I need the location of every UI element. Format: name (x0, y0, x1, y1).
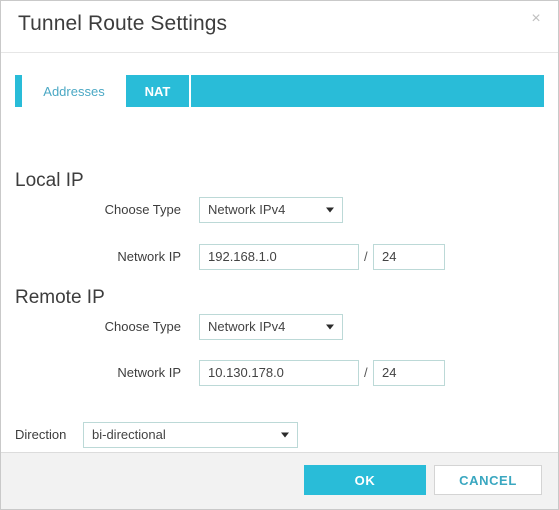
local-cidr-separator: / (364, 249, 368, 264)
local-choose-type-value: Network IPv4 (208, 202, 286, 217)
direction-select[interactable]: bi-directional (83, 422, 298, 448)
direction-label: Direction (15, 427, 67, 442)
dialog-body: Addresses NAT Local IP Choose Type Netwo… (1, 53, 558, 483)
chevron-down-icon (281, 432, 289, 438)
remote-choose-type-row: Choose Type Network IPv4 (1, 314, 558, 340)
tab-addresses[interactable]: Addresses (22, 75, 126, 107)
tab-bar-lead-accent (15, 75, 22, 107)
section-heading-remote-ip: Remote IP (15, 287, 105, 308)
close-icon[interactable]: × (525, 8, 547, 30)
page-title: Tunnel Route Settings (18, 12, 228, 35)
direction-row: Direction bi-directional (1, 422, 558, 448)
remote-choose-type-label: Choose Type (104, 319, 181, 334)
chevron-down-icon (326, 207, 334, 213)
direction-value: bi-directional (92, 427, 166, 442)
remote-network-mask-input[interactable]: 24 (373, 360, 445, 386)
local-network-ip-label: Network IP (117, 249, 181, 264)
cancel-button[interactable]: CANCEL (434, 465, 542, 495)
remote-choose-type-select[interactable]: Network IPv4 (199, 314, 343, 340)
tunnel-route-settings-dialog: Tunnel Route Settings × Addresses NAT Lo… (0, 0, 559, 510)
remote-network-ip-input[interactable]: 10.130.178.0 (199, 360, 359, 386)
ok-button[interactable]: OK (304, 465, 426, 495)
dialog-header: Tunnel Route Settings × (1, 1, 558, 53)
local-network-ip-input[interactable]: 192.168.1.0 (199, 244, 359, 270)
remote-network-ip-row: Network IP 10.130.178.0 / 24 (1, 360, 558, 386)
local-network-ip-row: Network IP 192.168.1.0 / 24 (1, 244, 558, 270)
remote-network-ip-label: Network IP (117, 365, 181, 380)
tab-bar: Addresses NAT (15, 75, 544, 107)
tab-nat[interactable]: NAT (126, 75, 191, 107)
remote-cidr-separator: / (364, 365, 368, 380)
section-heading-local-ip: Local IP (15, 170, 84, 191)
local-choose-type-select[interactable]: Network IPv4 (199, 197, 343, 223)
chevron-down-icon (326, 324, 334, 330)
dialog-footer: OK CANCEL (1, 452, 558, 509)
local-network-mask-input[interactable]: 24 (373, 244, 445, 270)
local-choose-type-row: Choose Type Network IPv4 (1, 197, 558, 223)
tab-bar-filler (191, 75, 544, 107)
remote-choose-type-value: Network IPv4 (208, 319, 286, 334)
local-choose-type-label: Choose Type (104, 202, 181, 217)
